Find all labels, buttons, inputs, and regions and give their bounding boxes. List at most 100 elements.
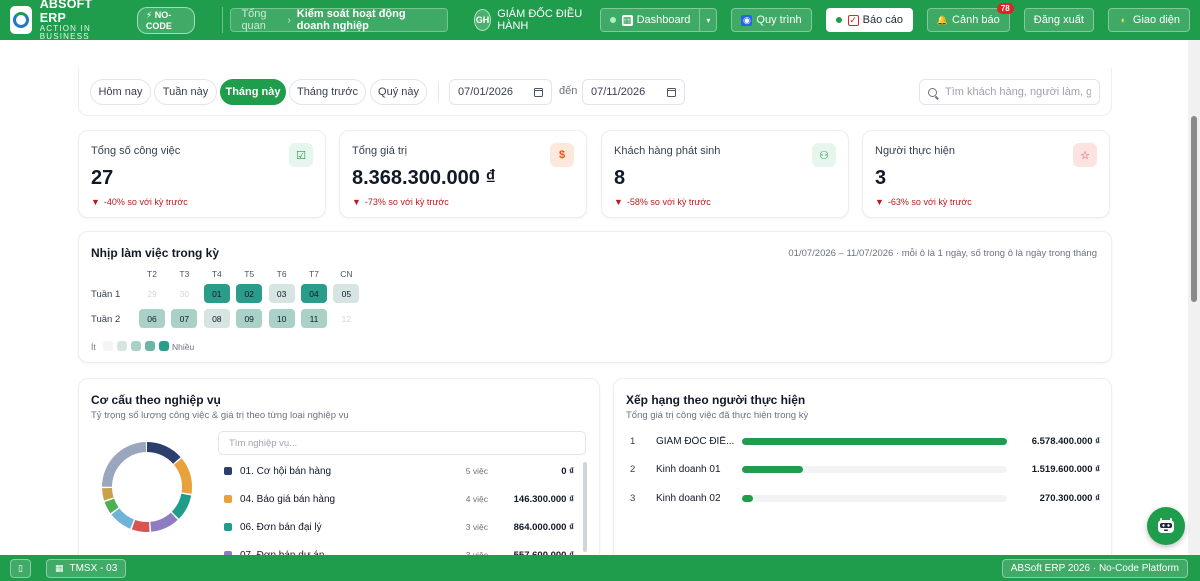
assignee-amount: 6.578.400.000 ₫: [1031, 435, 1100, 447]
calendar-icon[interactable]: [667, 87, 676, 97]
business-name: 01. Cơ hội bán hàng: [240, 465, 332, 477]
ranking-title: Xếp hạng theo người thực hiện: [626, 393, 806, 407]
workflow-button[interactable]: ◉ Quy trình: [731, 8, 812, 32]
heatmap-cell[interactable]: 07: [171, 309, 198, 328]
business-list-item[interactable]: 04. Báo giá bán hàng 4 việc 146.300.000 ₫: [224, 489, 574, 509]
page-scrollbar-thumb[interactable]: [1191, 116, 1197, 302]
period-last-month[interactable]: Tháng trước: [289, 79, 366, 105]
trend-down-icon: ▼: [614, 197, 623, 207]
alerts-count-badge: 78: [996, 3, 1014, 14]
palette-icon: ◐: [1120, 15, 1127, 25]
heatmap-cell[interactable]: 09: [236, 309, 263, 328]
reports-button[interactable]: ✓ Báo cáo: [825, 8, 914, 32]
color-swatch: [224, 523, 232, 531]
business-list-item[interactable]: 06. Đơn bán đại lý 3 việc 864.000.000 ₫: [224, 517, 574, 537]
ranking-row[interactable]: 1 GIÁM ĐỐC ĐIỀ... 6.578.400.000 ₫: [630, 433, 1100, 449]
dashboard-dropdown-caret[interactable]: ▾: [700, 8, 718, 32]
legend-swatch: [145, 341, 155, 351]
business-name: 06. Đơn bán đại lý: [240, 521, 322, 533]
business-name: 04. Báo giá bán hàng: [240, 493, 336, 505]
heatmap-cell[interactable]: 11: [301, 309, 327, 328]
phone-icon: ▯: [18, 562, 23, 573]
assignee-name: Kinh doanh 02: [656, 492, 721, 504]
from-date-input[interactable]: 07/01/2026: [449, 79, 552, 105]
weekday-header: T2: [147, 269, 157, 279]
footer-label: ABSoft ERP 2026 · No-Code Platform: [1001, 558, 1188, 578]
grid-icon: ▦: [54, 562, 64, 573]
legend-less: Ít: [91, 342, 96, 352]
ranking-row[interactable]: 2 Kinh doanh 01 1.519.600.000 ₫: [630, 462, 1100, 478]
brand: ABSOFT ERP ACTION IN BUSINESS: [40, 0, 121, 42]
trend-down-icon: ▼: [91, 197, 100, 207]
assignee-name: GIÁM ĐỐC ĐIỀ...: [656, 435, 735, 447]
business-list-item[interactable]: 07. Đơn bán dự án 3 việc 557.600.000 ₫: [224, 545, 574, 555]
ranking-row[interactable]: 3 Kinh doanh 02 270.300.000 ₫: [630, 490, 1100, 506]
rank-number: 3: [630, 492, 636, 504]
search-icon: [928, 87, 937, 97]
rank-number: 2: [630, 464, 636, 475]
date-range-separator: đến: [559, 85, 578, 97]
logout-button[interactable]: Đăng xuất: [1023, 8, 1094, 32]
legend-swatch: [131, 341, 141, 351]
calendar-icon[interactable]: [534, 87, 543, 97]
user-avatar[interactable]: GH: [473, 9, 492, 31]
absoft-logo[interactable]: [10, 6, 32, 34]
structure-subtitle: Tỷ trọng số lượng công việc & giá trị th…: [91, 410, 349, 421]
heatmap-cell[interactable]: 10: [268, 309, 295, 328]
assignee-ranking-card: Xếp hạng theo người thực hiện Tổng giá t…: [613, 378, 1112, 555]
period-today[interactable]: Hôm nay: [90, 79, 151, 105]
trend-down-icon: ▼: [352, 197, 361, 207]
to-date-input[interactable]: 07/11/2026: [582, 79, 685, 105]
period-this-week[interactable]: Tuần này: [154, 79, 217, 105]
bottom-status-bar: ▯ ▦ TMSX - 03 ABSoft ERP 2026 · No-Code …: [0, 555, 1200, 581]
heatmap-cell[interactable]: 03: [268, 284, 295, 303]
donut-chart: [102, 442, 192, 532]
filter-bar: Hôm nay Tuần này Tháng này Tháng trước Q…: [78, 68, 1112, 116]
business-amount: 864.000.000 ₫: [513, 521, 574, 533]
kpi-assignees: Người thực hiện 3 ▼ -63% so với kỳ trước …: [862, 130, 1110, 218]
breadcrumb-root[interactable]: Tổng quan: [241, 8, 281, 32]
breadcrumb-current: Kiểm soát hoạt động doanh nghiệp: [296, 8, 406, 32]
heatmap-cell[interactable]: 02: [236, 284, 263, 303]
value-bar: [742, 437, 1007, 445]
assistant-bot-button[interactable]: [1147, 507, 1185, 545]
weekday-header: T7: [309, 269, 319, 279]
search-input[interactable]: Tìm khách hàng, người làm, ghi chú...: [919, 79, 1100, 105]
form-code-button[interactable]: ▦ TMSX - 03: [45, 558, 127, 578]
chevron-down-icon: ▾: [706, 15, 711, 25]
heatmap-cell[interactable]: 05: [333, 284, 360, 303]
legend-more: Nhiều: [172, 342, 195, 352]
heatmap-cell[interactable]: 01: [203, 284, 230, 303]
main-content: Hôm nay Tuần này Tháng này Tháng trước Q…: [0, 40, 1188, 555]
weekday-header: T5: [244, 269, 255, 279]
color-swatch: [224, 495, 232, 503]
bell-icon: 🔔: [936, 14, 949, 25]
heatmap-cell[interactable]: 06: [139, 309, 165, 328]
heatmap-cell[interactable]: 08: [203, 309, 230, 328]
business-list-item[interactable]: 01. Cơ hội bán hàng 5 việc 0 ₫: [224, 461, 574, 481]
status-dot: [835, 17, 842, 23]
star-icon: ☆: [1073, 143, 1097, 167]
status-dot: [609, 17, 616, 23]
dollar-icon: $: [550, 143, 574, 167]
divider: [221, 7, 223, 33]
dashboard-button[interactable]: ▦ Dashboard: [599, 8, 701, 32]
business-amount: 0 ₫: [561, 465, 574, 477]
period-this-month[interactable]: Tháng này: [220, 79, 286, 105]
alerts-button[interactable]: 🔔 Cảnh báo 78: [927, 3, 1014, 32]
mobile-button[interactable]: ▯: [10, 558, 31, 578]
business-search-input[interactable]: Tìm nghiệp vụ...: [218, 431, 586, 455]
period-this-quarter[interactable]: Quý này: [370, 79, 427, 105]
legend-swatch: [103, 341, 113, 351]
kpi-new-customers: Khách hàng phát sinh 8 ▼ -58% so với kỳ t…: [601, 130, 849, 218]
work-rhythm-note: 01/07/2026 – 11/07/2026 · mỗi ô là 1 ngà…: [788, 248, 1097, 259]
list-scrollbar[interactable]: [583, 462, 587, 552]
kpi-total-tasks: Tổng số công việc 27 ▼ -40% so với kỳ trư…: [78, 130, 326, 218]
week-label: Tuần 2: [91, 314, 121, 325]
legend-swatch: [117, 341, 127, 351]
rank-number: 1: [630, 435, 636, 447]
heatmap-cell[interactable]: 04: [301, 284, 327, 303]
theme-button[interactable]: ◐ Giao diện: [1107, 8, 1190, 32]
week-label: Tuần 1: [91, 289, 121, 300]
heatmap-cell-outside: 30: [179, 288, 190, 299]
